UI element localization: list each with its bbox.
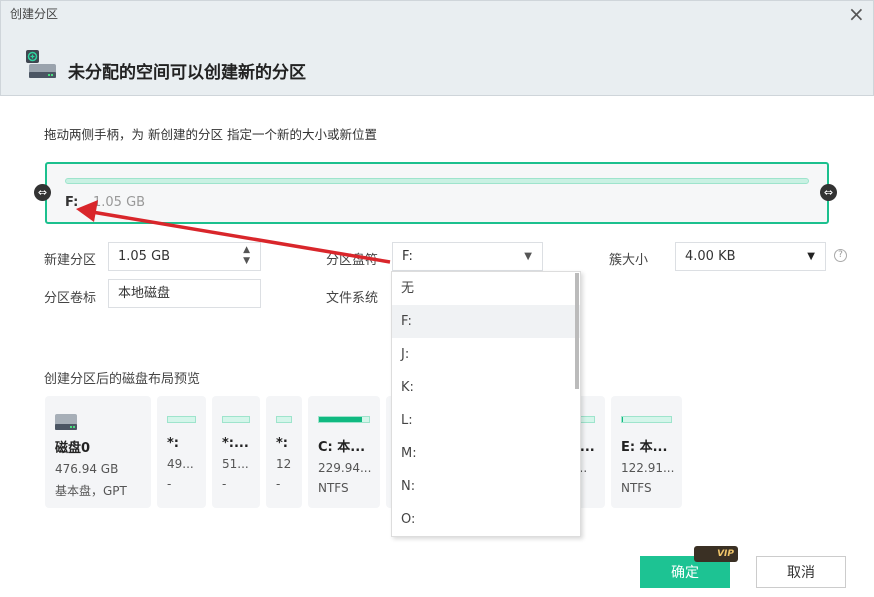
dropdown-option[interactable]: 无	[392, 272, 580, 305]
instruction-text: 拖动两侧手柄，为 新创建的分区 指定一个新的大小或新位置	[44, 127, 377, 142]
partition-card: *: 12 -	[266, 396, 302, 508]
partition-fs: -	[276, 477, 281, 491]
drive-letter-select[interactable]: F: ▼	[392, 242, 543, 271]
partition-name: *:...	[222, 436, 249, 451]
dropdown-option[interactable]: O:	[392, 503, 580, 536]
partition-fs: -	[167, 477, 172, 491]
partition-name: C: 本...	[318, 440, 366, 455]
chevron-down-icon: ▼	[524, 251, 532, 262]
disk-add-icon	[26, 50, 56, 78]
partition-size: 49...	[167, 457, 194, 471]
partition-size: 12	[276, 457, 292, 471]
dropdown-option[interactable]: F:	[392, 305, 580, 338]
partition-size: 229.94...	[318, 461, 372, 475]
partition-name: *:	[276, 436, 288, 451]
vip-badge: VIP	[694, 546, 738, 562]
drive-letter-dropdown[interactable]: 无 F: J: K: L: M: N: O:	[391, 271, 581, 537]
disk-icon	[55, 414, 77, 430]
drive-letter-label: 分区盘符	[326, 253, 379, 268]
dropdown-option[interactable]: L:	[392, 404, 580, 437]
partition-card: *:... 51... -	[212, 396, 260, 508]
partition-resize-bar[interactable]: F: 1.05 GB	[45, 162, 829, 224]
preview-label: 创建分区后的磁盘布局预览	[44, 372, 201, 387]
partition-card: *: 49... -	[157, 396, 206, 508]
dropdown-scrollbar[interactable]	[575, 273, 579, 389]
partition-card: C: 本... 229.94... NTFS	[308, 396, 380, 508]
chevron-down-icon: ▼	[807, 251, 815, 262]
partition-fs: NTFS	[621, 481, 652, 495]
left-resize-handle-icon[interactable]: ⇔	[34, 184, 51, 201]
partition-name: E: 本...	[621, 440, 668, 455]
right-resize-handle-icon[interactable]: ⇔	[820, 184, 837, 201]
partition-size: 51...	[222, 457, 249, 471]
partition-bar-fill	[65, 178, 809, 184]
usage-bar	[318, 416, 370, 423]
volume-label-label: 分区卷标	[44, 291, 97, 306]
partition-size: 1.05 GB	[93, 195, 146, 210]
partition-letter: F:	[65, 195, 79, 210]
cancel-button[interactable]: 取消	[756, 556, 846, 588]
disk-layout-preview: 磁盘0 476.94 GB 基本盘，GPT *: 49... - *:... 5…	[45, 396, 682, 508]
dropdown-option[interactable]: J:	[392, 338, 580, 371]
partition-fs: NTFS	[318, 481, 349, 495]
window-title: 创建分区	[10, 7, 59, 21]
dropdown-option[interactable]: K:	[392, 371, 580, 404]
close-button[interactable]: ×	[848, 2, 865, 26]
partition-fs: -	[222, 477, 227, 491]
usage-bar	[167, 416, 196, 423]
size-value: 1.05 GB	[118, 249, 171, 264]
cluster-size-label: 簇大小	[609, 253, 649, 268]
partition-size: 122.91...	[621, 461, 675, 475]
file-system-label: 文件系统	[326, 291, 379, 306]
new-partition-label: 新建分区	[44, 253, 97, 268]
dropdown-option[interactable]: N:	[392, 470, 580, 503]
disk-type: 基本盘，GPT	[55, 484, 127, 498]
drive-letter-value: F:	[402, 249, 413, 264]
dropdown-option[interactable]: M:	[392, 437, 580, 470]
usage-bar	[276, 416, 292, 423]
disk-size: 476.94 GB	[55, 462, 119, 476]
disk-name: 磁盘0	[55, 441, 91, 456]
new-partition-size-stepper[interactable]: 1.05 GB ▲ ▼	[108, 242, 261, 271]
usage-bar	[222, 416, 250, 423]
partition-card: E: 本... 122.91... NTFS	[611, 396, 682, 508]
partition-name: *:	[167, 436, 179, 451]
help-icon[interactable]: ?	[834, 249, 847, 262]
cluster-size-select[interactable]: 4.00 KB ▼	[675, 242, 826, 271]
dialog-heading: 未分配的空间可以创建新的分区	[68, 63, 306, 83]
stepper-arrows-icon[interactable]: ▲ ▼	[243, 245, 250, 267]
cluster-size-value: 4.00 KB	[685, 249, 736, 264]
volume-label-input[interactable]: 本地磁盘	[108, 279, 261, 308]
disk-card: 磁盘0 476.94 GB 基本盘，GPT	[45, 396, 151, 508]
usage-bar	[621, 416, 672, 423]
